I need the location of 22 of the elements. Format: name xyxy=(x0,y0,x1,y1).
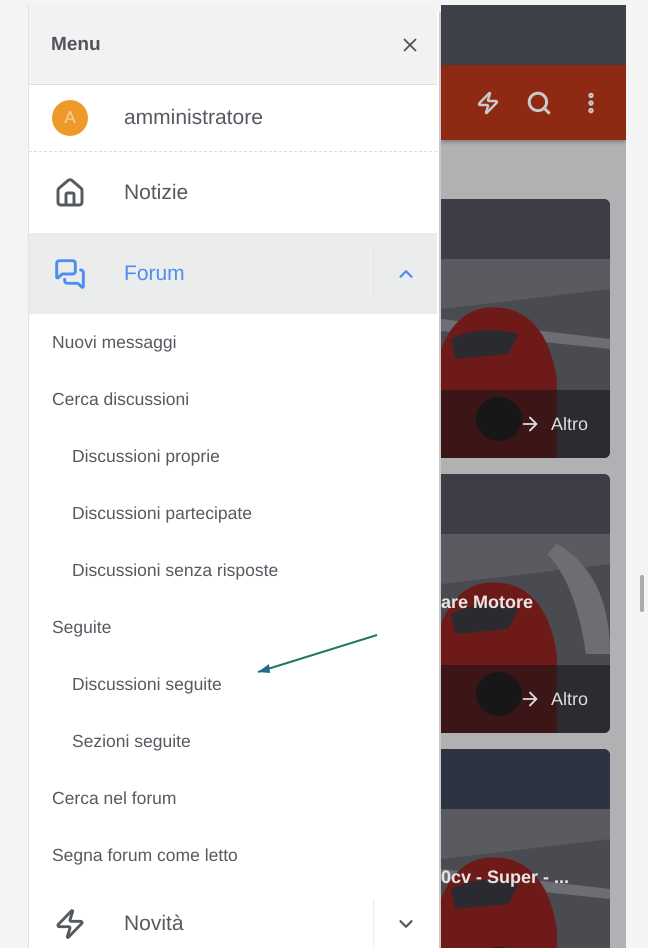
submenu-link[interactable]: Discussioni partecipate xyxy=(29,485,437,542)
menu-link[interactable]: Notizie xyxy=(29,152,437,233)
card-title: 0cv - Super - ... xyxy=(441,867,570,888)
submenu-link[interactable]: Cerca discussioni xyxy=(29,371,437,428)
menu-link[interactable]: Novità xyxy=(29,884,373,948)
submenu-link[interactable]: Seguite xyxy=(29,599,437,656)
submenu-link[interactable]: Discussioni seguite xyxy=(29,656,437,713)
submenu-link[interactable]: Nuovi messaggi xyxy=(29,314,437,371)
submenu-link[interactable]: Discussioni proprie xyxy=(29,428,437,485)
submenu-link[interactable]: Cerca nel forum xyxy=(29,770,437,827)
user-name[interactable]: amministratore xyxy=(124,106,263,130)
more-link[interactable]: Altro xyxy=(441,665,610,733)
submenu-link[interactable]: Segna forum come letto xyxy=(29,827,437,884)
submenu-link[interactable]: Sezioni seguite xyxy=(29,713,437,770)
search-icon[interactable] xyxy=(526,90,552,116)
more-link[interactable]: Altro xyxy=(441,390,610,458)
chat-icon xyxy=(52,258,88,290)
submenu-link[interactable]: Discussioni senza risposte xyxy=(29,542,437,599)
card-title: are Motore xyxy=(441,592,534,613)
menu-title: Menu xyxy=(51,34,101,56)
scrollbar-thumb[interactable] xyxy=(640,575,644,612)
lightning-icon[interactable] xyxy=(476,90,500,114)
